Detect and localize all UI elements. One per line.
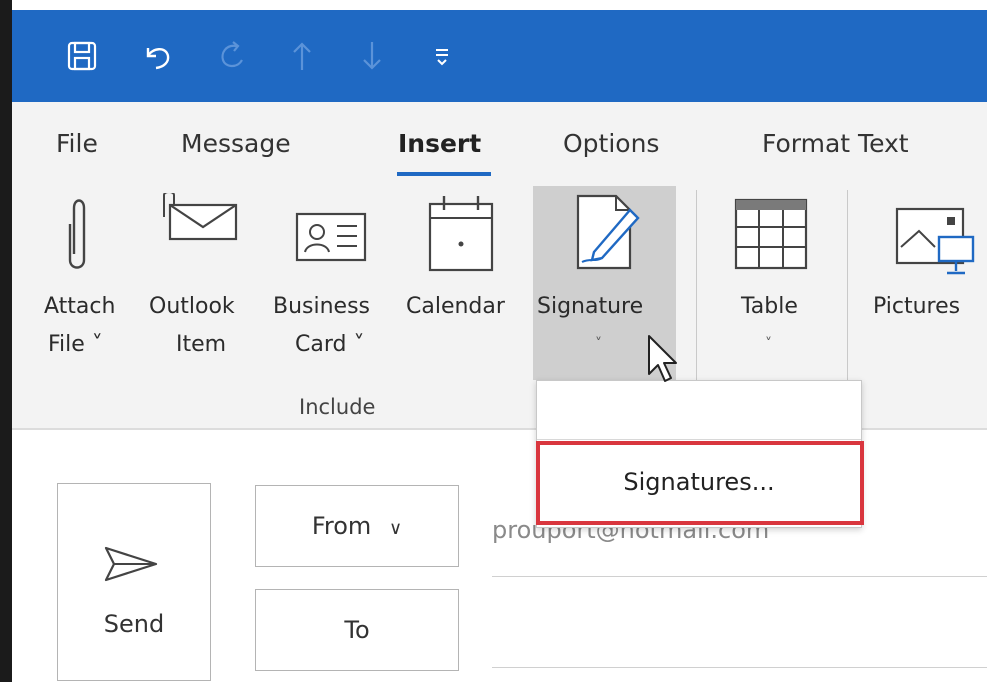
chevron-down-icon: ∨ (388, 518, 403, 539)
arrow-up-icon (282, 38, 322, 74)
tab-options[interactable]: Options (563, 129, 659, 158)
to-label: To (344, 616, 370, 644)
outlook-compose-window: File Message Insert Options Format Text … (0, 0, 987, 682)
send-icon (104, 546, 158, 582)
business-card-icon (295, 212, 367, 262)
redo-icon (212, 38, 252, 74)
to-field-underline (492, 667, 987, 668)
attach-file-label-1[interactable]: Attach (44, 294, 134, 319)
business-card-label-1[interactable]: Business (273, 294, 370, 319)
outlook-item-label-2[interactable]: Item (176, 332, 226, 357)
ribbon-separator (847, 190, 848, 380)
tab-message[interactable]: Message (181, 129, 291, 158)
tab-insert[interactable]: Insert (398, 129, 481, 158)
mouse-cursor-icon (648, 335, 677, 382)
table-chevron-icon[interactable]: ˅ (765, 336, 772, 352)
title-bar (12, 10, 987, 102)
paperclip-icon (68, 199, 86, 269)
outlook-item-label-1[interactable]: Outlook (149, 294, 235, 319)
tab-file[interactable]: File (56, 129, 98, 158)
tab-format-text[interactable]: Format Text (762, 129, 909, 158)
signature-pen-icon (576, 194, 640, 270)
from-field-underline (492, 576, 987, 577)
ribbon-separator (696, 190, 697, 380)
signature-chevron-icon[interactable]: ˅ (595, 336, 602, 352)
from-label: From (311, 512, 372, 540)
table-label[interactable]: Table (741, 294, 798, 319)
attach-file-label-2[interactable]: File ˅ (48, 332, 103, 357)
customize-toolbar-icon[interactable] (422, 38, 462, 74)
envelope-clip-icon (163, 193, 238, 241)
save-icon[interactable] (62, 38, 102, 74)
pictures-icon (895, 207, 975, 275)
from-button[interactable]: From ∨ (255, 485, 459, 567)
ribbon-tabs: File Message Insert Options Format Text (12, 102, 987, 182)
send-button[interactable]: Send (57, 483, 211, 681)
group-label-include: Include (299, 395, 376, 419)
active-tab-indicator (397, 172, 491, 176)
arrow-down-icon (352, 38, 392, 74)
window-edge (0, 0, 12, 682)
highlight-box (536, 441, 864, 525)
to-button[interactable]: To (255, 589, 459, 671)
signature-list-empty (537, 381, 861, 439)
signature-label[interactable]: Signature (537, 294, 643, 319)
table-icon (734, 198, 808, 270)
business-card-label-2[interactable]: Card ˅ (295, 332, 364, 357)
send-label: Send (103, 610, 165, 638)
pictures-label[interactable]: Pictures (873, 294, 960, 319)
calendar-icon (428, 196, 494, 272)
calendar-label[interactable]: Calendar (406, 294, 505, 319)
undo-icon[interactable] (137, 38, 177, 74)
menu-separator (537, 439, 861, 440)
